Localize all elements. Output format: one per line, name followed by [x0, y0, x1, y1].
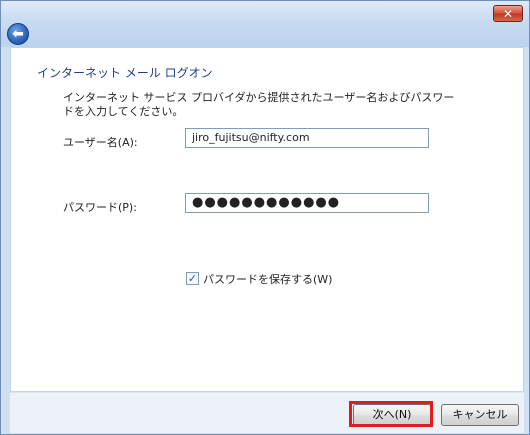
close-icon: ✕ [502, 7, 514, 21]
username-label: ユーザー名(A): [63, 136, 138, 149]
back-button[interactable]: ⬅ [7, 23, 29, 45]
back-arrow-icon: ⬅ [12, 26, 24, 42]
wizard-window: ✕ ⬅ インターネット メール ログオン インターネット サービス プロバイダか… [0, 0, 530, 435]
close-button[interactable]: ✕ [493, 5, 523, 22]
password-label: パスワード(P): [63, 201, 137, 214]
title-bar: ✕ ⬅ [1, 1, 529, 47]
content-panel: インターネット メール ログオン インターネット サービス プロバイダから提供さ… [10, 47, 524, 392]
remember-password-label[interactable]: パスワードを保存する(W) [203, 271, 332, 287]
description-text: インターネット サービス プロバイダから提供されたユーザー名およびパスワードを入… [63, 91, 455, 118]
username-input[interactable]: jiro_fujitsu@nifty.com [185, 128, 429, 148]
password-input[interactable]: ●●●●●●●●●●●● [185, 193, 429, 213]
remember-password-checkbox[interactable]: ✓ [186, 272, 199, 285]
next-button-highlight [349, 401, 433, 427]
cancel-button[interactable]: キャンセル [441, 404, 519, 426]
page-title: インターネット メール ログオン [37, 66, 213, 80]
